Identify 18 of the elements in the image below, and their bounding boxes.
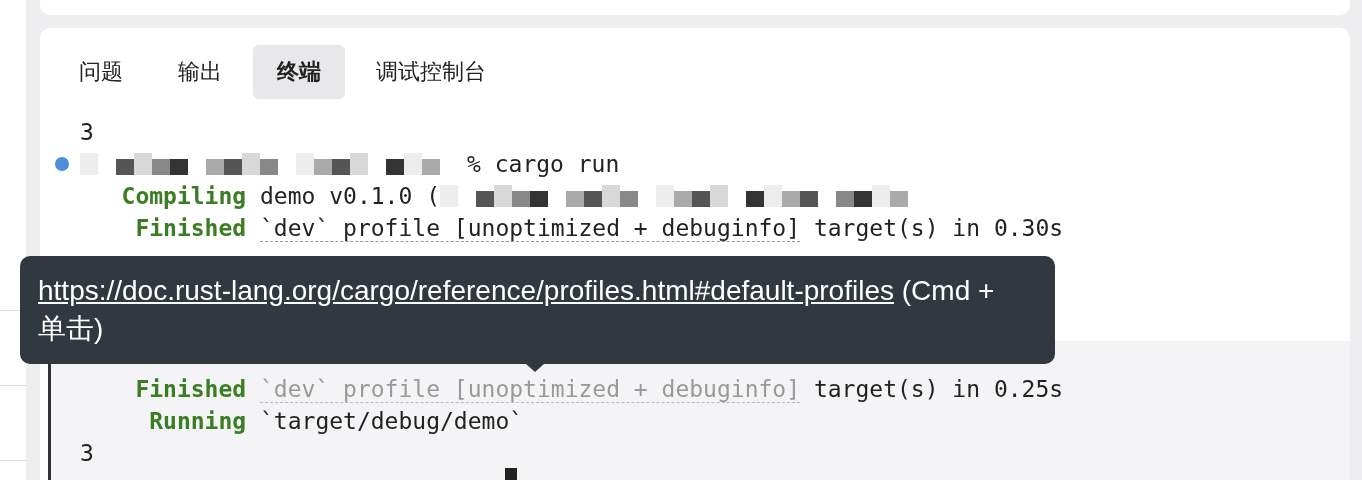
terminal-link[interactable]: `dev` profile [unoptimized + debuginfo] [260, 214, 801, 242]
panel-tab[interactable]: 终端 [253, 45, 345, 99]
build-status: Finished [134, 376, 247, 402]
terminal-output: target(s) in 0.30s [812, 215, 1064, 241]
terminal-output: 3 [80, 119, 94, 145]
build-status: Finished [134, 215, 247, 241]
docs-link[interactable]: https://doc.rust-lang.org/cargo/reference/profiles.html#default-profiles [38, 275, 894, 306]
panel-tab[interactable]: 输出 [154, 45, 246, 99]
terminal-output: 3 [80, 440, 94, 466]
tooltip-text: https://doc.rust-lang.org/cargo/reference/profiles.html#default-profiles (Cmd + 单击) [38, 274, 996, 346]
build-status: Compiling [120, 183, 247, 209]
terminal-output: target(s) in 0.25s [812, 376, 1064, 402]
panel-tab[interactable]: 问题 [55, 45, 147, 99]
panel-tab[interactable]: 调试控制台 [352, 45, 510, 99]
terminal-command: % cargo run [467, 151, 620, 177]
build-status: Running [148, 408, 247, 434]
terminal-output: `target/debug/demo` [260, 408, 524, 434]
terminal-output: demo v0.1.0 ( [260, 183, 440, 209]
